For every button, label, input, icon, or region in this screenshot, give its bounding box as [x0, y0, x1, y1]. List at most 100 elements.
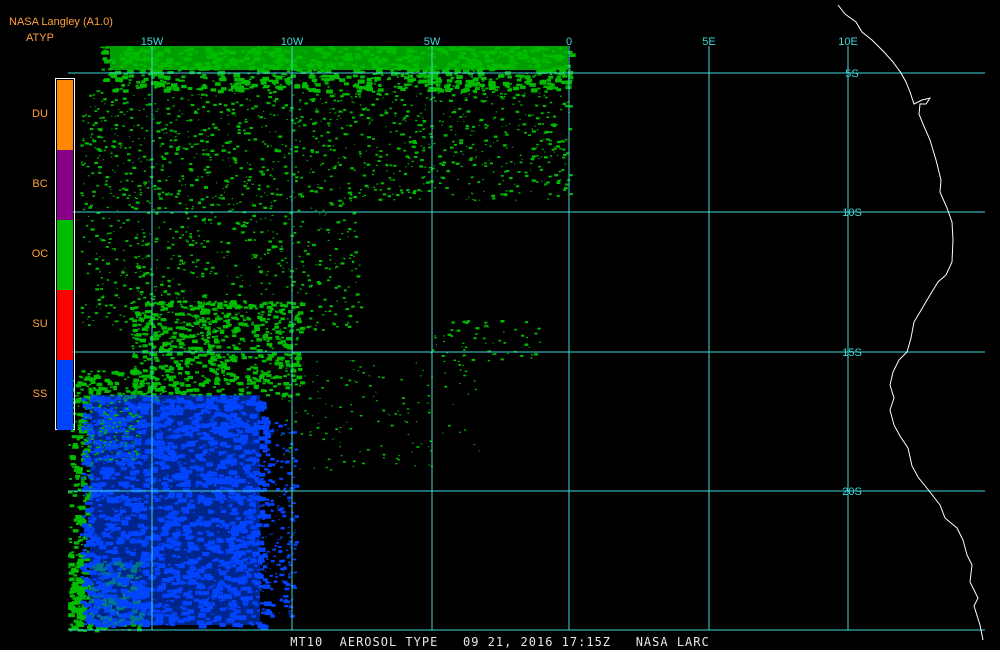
aerosol-pixel — [99, 256, 101, 258]
aerosol-pixel — [293, 309, 295, 311]
aerosol-pixel — [168, 175, 170, 177]
aerosol-pixel — [229, 50, 236, 55]
aerosol-pixel — [492, 197, 496, 200]
aerosol-pixel — [87, 318, 89, 320]
aerosol-pixel — [436, 48, 442, 52]
aerosol-pixel — [358, 192, 361, 194]
aerosol-pixel — [273, 200, 277, 202]
aerosol-pixel — [202, 153, 206, 156]
aerosol-pixel — [147, 181, 150, 183]
aerosol-pixel — [536, 129, 539, 131]
aerosol-pixel — [500, 175, 504, 177]
aerosol-pixel — [99, 483, 105, 487]
aerosol-pixel — [372, 64, 379, 69]
aerosol-pixel — [225, 65, 231, 68]
aerosol-pixel — [219, 441, 228, 447]
aerosol-pixel — [230, 177, 234, 180]
aerosol-pixel — [311, 151, 314, 153]
aerosol-pixel — [101, 259, 105, 262]
aerosol-pixel — [319, 213, 321, 215]
aerosol-pixel — [279, 193, 283, 196]
aerosol-pixel — [223, 303, 228, 307]
aerosol-pixel — [94, 598, 101, 603]
aerosol-pixel — [152, 295, 156, 298]
aerosol-pixel — [352, 465, 355, 467]
aerosol-pixel — [316, 321, 319, 324]
aerosol-pixel — [543, 95, 546, 97]
aerosol-pixel — [181, 443, 188, 448]
aerosol-pixel — [217, 383, 221, 385]
aerosol-pixel — [205, 47, 213, 52]
aerosol-pixel — [544, 183, 548, 186]
aerosol-pixel — [368, 87, 372, 89]
aerosol-pixel — [120, 275, 122, 277]
aerosol-pixel — [411, 145, 416, 148]
aerosol-pixel — [543, 138, 545, 140]
aerosol-pixel — [246, 325, 249, 327]
aerosol-pixel — [422, 119, 427, 123]
aerosol-pixel — [532, 75, 536, 78]
aerosol-pixel — [433, 142, 436, 145]
aerosol-pixel — [295, 305, 300, 309]
aerosol-pixel — [96, 184, 100, 187]
aerosol-pixel — [222, 599, 225, 601]
aerosol-pixel — [227, 123, 230, 125]
aerosol-pixel — [217, 315, 220, 318]
aerosol-pixel — [348, 228, 352, 231]
aerosol-pixel — [214, 216, 217, 218]
aerosol-pixel — [82, 138, 85, 140]
aerosol-pixel — [236, 203, 239, 205]
aerosol-pixel — [153, 313, 159, 317]
aerosol-pixel — [434, 100, 437, 102]
aerosol-pixel — [137, 298, 141, 300]
aerosol-pixel — [171, 371, 174, 374]
aerosol-pixel — [248, 66, 255, 71]
aerosol-pixel — [241, 401, 246, 404]
aerosol-pixel — [109, 225, 113, 227]
aerosol-pixel — [143, 108, 145, 110]
aerosol-pixel — [223, 55, 228, 58]
aerosol-pixel — [296, 363, 302, 368]
aerosol-pixel — [405, 421, 409, 423]
aerosol-pixel — [476, 59, 482, 64]
aerosol-pixel — [492, 172, 494, 174]
aerosol-pixel — [223, 314, 230, 318]
aerosol-pixel — [225, 381, 228, 384]
aerosol-pixel — [481, 80, 485, 82]
aerosol-pixel — [414, 151, 419, 154]
aerosol-pixel — [164, 207, 167, 209]
aerosol-pixel — [250, 75, 253, 78]
aerosol-pixel — [249, 78, 252, 81]
aerosol-pixel — [317, 229, 321, 231]
aerosol-pixel — [496, 63, 504, 68]
aerosol-pixel — [395, 463, 398, 465]
aerosol-pixel — [249, 218, 253, 221]
aerosol-pixel — [446, 170, 451, 173]
aerosol-pixel — [133, 378, 140, 383]
aerosol-pixel — [84, 142, 89, 145]
aerosol-pixel — [243, 340, 246, 343]
aerosol-pixel — [463, 349, 466, 351]
aerosol-pixel — [152, 347, 155, 350]
aerosol-pixel — [527, 114, 532, 117]
aerosol-pixel — [87, 115, 91, 118]
aerosol-pixel — [304, 375, 306, 377]
aerosol-pixel — [327, 458, 331, 461]
aerosol-pixel — [196, 88, 199, 90]
aerosol-pixel — [118, 108, 120, 110]
aerosol-pixel — [368, 384, 372, 387]
aerosol-pixel — [349, 124, 353, 127]
aerosol-pixel — [193, 388, 198, 391]
aerosol-pixel — [225, 595, 233, 600]
aerosol-pixel — [161, 326, 168, 330]
aerosol-pixel — [108, 186, 112, 188]
aerosol-pixel — [293, 226, 295, 228]
aerosol-pixel — [402, 397, 405, 399]
aerosol-pixel — [163, 50, 167, 53]
aerosol-pixel — [414, 130, 418, 133]
aerosol-pixel — [547, 161, 551, 164]
aerosol-type-map: 15W 10W 5W 0 5E 10E5S10S15S20S — [68, 4, 985, 641]
aerosol-pixel — [141, 454, 149, 459]
aerosol-pixel — [346, 75, 352, 79]
aerosol-pixel — [221, 251, 223, 253]
